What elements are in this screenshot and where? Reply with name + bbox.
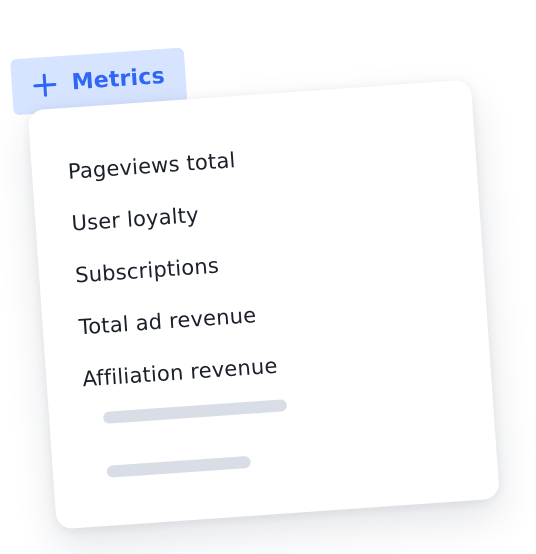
metrics-dropdown-card: Pageviews total User loyalty Subscriptio…	[27, 79, 500, 530]
menu-item-label: Total ad revenue	[78, 303, 258, 340]
placeholder-bar	[106, 455, 252, 478]
placeholder-bar	[102, 399, 288, 424]
plus-icon	[29, 69, 61, 101]
menu-item-label: User loyalty	[70, 202, 200, 236]
stage: Metrics Pageviews total User loyalty Sub…	[0, 0, 536, 554]
menu-item-label: Subscriptions	[74, 253, 220, 288]
metrics-menu-list: Pageviews total User loyalty Subscriptio…	[66, 132, 279, 405]
menu-item-label: Pageviews total	[67, 148, 237, 184]
tilted-metrics-ui: Metrics Pageviews total User loyalty Sub…	[0, 0, 536, 554]
menu-item-label: Affiliation revenue	[81, 353, 279, 392]
metrics-button-label: Metrics	[70, 63, 166, 96]
